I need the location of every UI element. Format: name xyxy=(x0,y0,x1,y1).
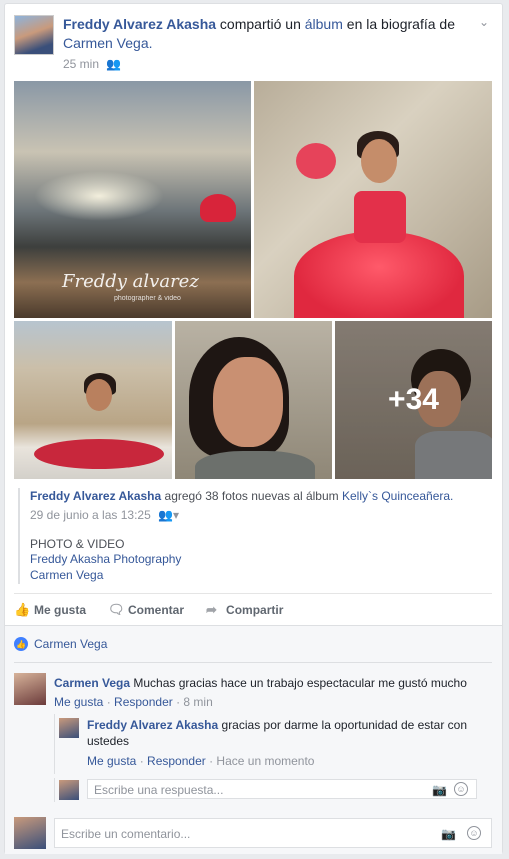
post-timestamp[interactable]: 25 min xyxy=(63,57,99,71)
chevron-down-icon[interactable]: ⌄ xyxy=(479,15,493,29)
reply-like-link[interactable]: Me gusta xyxy=(87,754,136,768)
bodice-shape xyxy=(354,191,406,243)
comments-section: 👍 Carmen Vega Carmen Vega Muchas gracias… xyxy=(5,625,502,854)
comment-icon: 🗨 xyxy=(108,601,125,617)
commenter-avatar[interactable] xyxy=(14,673,46,705)
comment-body: Carmen Vega Muchas gracias hace un traba… xyxy=(54,675,484,691)
photo-3[interactable] xyxy=(14,321,172,479)
tagged-link: Carmen Vega xyxy=(30,567,488,583)
tagged-name-link[interactable]: Carmen Vega xyxy=(30,568,103,582)
comment-input[interactable]: Escribe un comentario... 📷 ☺ xyxy=(54,818,492,848)
page-category: PHOTO & VIDEO xyxy=(30,537,125,551)
album-date[interactable]: 29 de junio a las 13:25 xyxy=(30,508,151,522)
reply-placeholder: Escribe una respuesta... xyxy=(94,783,224,797)
reply-reply-link[interactable]: Responder xyxy=(147,754,206,768)
photo-grid: Freddy alvarez photographer & video +34 xyxy=(14,81,492,479)
comment-text: Muchas gracias hace un trabajo espectacu… xyxy=(133,676,467,690)
emoji-icon[interactable]: ☺ xyxy=(467,826,481,840)
skirt-shape xyxy=(34,439,164,469)
reply-meta: Me gusta · Responder · Hace un momento xyxy=(87,754,315,768)
reply-time[interactable]: Hace un momento xyxy=(216,754,314,768)
author-link[interactable]: Freddy Alvarez Akasha xyxy=(63,16,216,32)
reply-author[interactable]: Freddy Alvarez Akasha xyxy=(87,718,218,732)
share-label: Compartir xyxy=(226,602,284,617)
reaction-summary[interactable]: 👍 Carmen Vega xyxy=(14,637,107,651)
album-attachment: Freddy Alvarez Akasha agregó 38 fotos nu… xyxy=(18,488,488,584)
in-text: en la biografía de xyxy=(346,16,455,32)
post-meta: 25 min 👥 xyxy=(63,57,121,71)
like-label: Me gusta xyxy=(34,602,87,617)
composer-avatar xyxy=(59,780,79,800)
share-button[interactable]: ➦ Compartir xyxy=(206,601,284,617)
action-text: compartió un xyxy=(219,16,301,32)
post-headline: Freddy Alvarez Akasha compartió un álbum… xyxy=(63,15,463,53)
like-button[interactable]: 👍 Me gusta xyxy=(14,601,87,617)
friends-icon[interactable]: 👥▾ xyxy=(158,508,179,522)
reply-body: Freddy Alvarez Akasha gracias por darme … xyxy=(87,717,483,749)
page-link: Freddy Akasha Photography xyxy=(30,551,488,567)
friends-icon[interactable]: 👥 xyxy=(106,57,121,71)
comment-author[interactable]: Carmen Vega xyxy=(54,676,130,690)
album-author-link[interactable]: Freddy Alvarez Akasha xyxy=(30,489,161,503)
gown-shape xyxy=(294,231,464,318)
thumbs-up-icon: 👍 xyxy=(14,601,31,617)
face-shape xyxy=(86,379,112,411)
photo-1[interactable]: Freddy alvarez photographer & video xyxy=(14,81,251,318)
comment-placeholder: Escribe un comentario... xyxy=(61,827,191,841)
reply-input[interactable]: Escribe una respuesta... 📷 ☺ xyxy=(87,779,477,799)
album-name-link[interactable]: Kelly`s Quinceañera. xyxy=(342,489,453,503)
album-link[interactable]: álbum xyxy=(305,16,343,32)
share-arrow-icon: ➦ xyxy=(206,601,217,617)
comment-button[interactable]: 🗨 Comentar xyxy=(108,601,185,617)
author-avatar[interactable] xyxy=(14,15,54,55)
face-shape xyxy=(213,357,283,447)
face-shape xyxy=(361,139,397,183)
top-shape xyxy=(195,451,315,479)
like-badge-icon: 👍 xyxy=(14,637,28,651)
dress-figure xyxy=(200,194,236,222)
photographer-watermark: Freddy alvarez xyxy=(62,271,199,292)
post-header: Freddy Alvarez Akasha compartió un álbum… xyxy=(14,13,493,73)
target-link[interactable]: Carmen Vega. xyxy=(63,35,153,51)
reply-author-avatar[interactable] xyxy=(59,718,79,738)
photo-2[interactable] xyxy=(254,81,492,318)
more-photos-count[interactable]: +34 xyxy=(335,321,492,479)
reply-thread: Freddy Alvarez Akasha gracias por darme … xyxy=(54,714,484,774)
album-added-text: agregó 38 fotos nuevas al álbum xyxy=(164,489,339,503)
composer-avatar xyxy=(14,817,46,849)
post-actions-bar: 👍 Me gusta 🗨 Comentar ➦ Compartir xyxy=(14,593,492,625)
comment-meta: Me gusta · Responder · 8 min xyxy=(54,695,213,709)
comment-reply-link[interactable]: Responder xyxy=(114,695,173,709)
page-name-link[interactable]: Freddy Akasha Photography xyxy=(30,552,181,566)
album-meta: 29 de junio a las 13:25 👥▾ xyxy=(30,508,488,522)
divider xyxy=(14,662,492,663)
comment-composer: Escribe un comentario... 📷 ☺ xyxy=(14,817,492,849)
feed-post-card: Freddy Alvarez Akasha compartió un álbum… xyxy=(4,3,503,854)
comment-label: Comentar xyxy=(128,602,185,617)
camera-icon[interactable]: 📷 xyxy=(432,783,447,797)
watermark-subtitle: photographer & video xyxy=(114,295,181,302)
bouquet-shape xyxy=(296,143,336,179)
emoji-icon[interactable]: ☺ xyxy=(454,782,468,796)
comment-item: Carmen Vega Muchas gracias hace un traba… xyxy=(14,673,492,713)
photo-4[interactable] xyxy=(175,321,332,479)
reply-composer: Escribe una respuesta... 📷 ☺ xyxy=(54,778,484,802)
sunlight-decoration xyxy=(34,171,164,221)
album-summary: Freddy Alvarez Akasha agregó 38 fotos nu… xyxy=(30,488,488,504)
camera-icon[interactable]: 📷 xyxy=(441,827,456,841)
likers-name[interactable]: Carmen Vega xyxy=(34,637,107,651)
comment-like-link[interactable]: Me gusta xyxy=(54,695,103,709)
comment-time[interactable]: 8 min xyxy=(183,695,212,709)
